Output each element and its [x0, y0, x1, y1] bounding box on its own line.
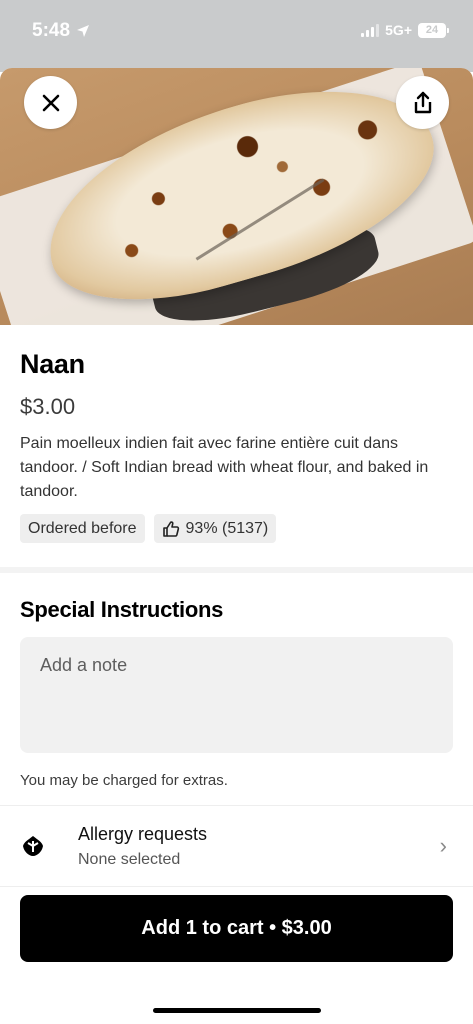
allergy-icon-wrap	[20, 833, 58, 859]
allergy-text: Allergy requests None selected	[78, 824, 440, 869]
item-sheet: Naan $3.00 Pain moelleux indien fait ave…	[0, 68, 473, 1024]
share-button[interactable]	[396, 76, 449, 129]
battery-level: 24	[418, 22, 446, 38]
extras-charge-note: You may be charged for extras.	[20, 772, 228, 789]
close-icon	[42, 94, 59, 111]
row-divider-bottom	[0, 886, 473, 887]
item-details: Naan $3.00 Pain moelleux indien fait ave…	[0, 349, 473, 543]
add-to-cart-button[interactable]: Add 1 to cart • $3.00	[20, 895, 453, 962]
item-description: Pain moelleux indien fait avec farine en…	[20, 435, 429, 500]
special-instructions-title: Special Instructions	[20, 597, 224, 622]
note-input[interactable]	[20, 637, 453, 753]
special-instructions-section: Special Instructions You may be charged …	[0, 597, 473, 789]
item-photo	[0, 68, 473, 325]
signal-icon	[361, 23, 380, 37]
location-arrow-icon	[77, 25, 90, 37]
section-divider	[0, 567, 473, 573]
allergy-requests-row[interactable]: Allergy requests None selected ›	[0, 806, 473, 886]
status-time-text: 5:48	[32, 20, 71, 41]
allergy-title: Allergy requests	[78, 823, 208, 844]
status-indicators: 5G+ 24	[361, 22, 449, 38]
item-title: Naan	[20, 349, 85, 379]
status-time: 5:48	[32, 20, 90, 42]
item-badges: Ordered before 93% (5137)	[20, 514, 453, 543]
status-bar: 5:48 5G+ 24	[0, 0, 473, 72]
ordered-before-label: Ordered before	[28, 519, 137, 537]
allergy-icon	[23, 836, 43, 856]
home-indicator	[153, 1008, 321, 1013]
battery-icon: 24	[418, 22, 449, 38]
rating-label: 93% (5137)	[185, 519, 269, 537]
ordered-before-badge: Ordered before	[20, 514, 145, 543]
thumbs-up-icon	[162, 520, 179, 537]
network-label: 5G+	[385, 22, 412, 38]
allergy-subtitle: None selected	[78, 850, 181, 868]
close-button[interactable]	[24, 76, 77, 129]
rating-badge: 93% (5137)	[153, 514, 277, 543]
item-price: $3.00	[20, 394, 76, 419]
share-icon	[414, 91, 431, 113]
chevron-right-icon: ›	[439, 833, 447, 858]
